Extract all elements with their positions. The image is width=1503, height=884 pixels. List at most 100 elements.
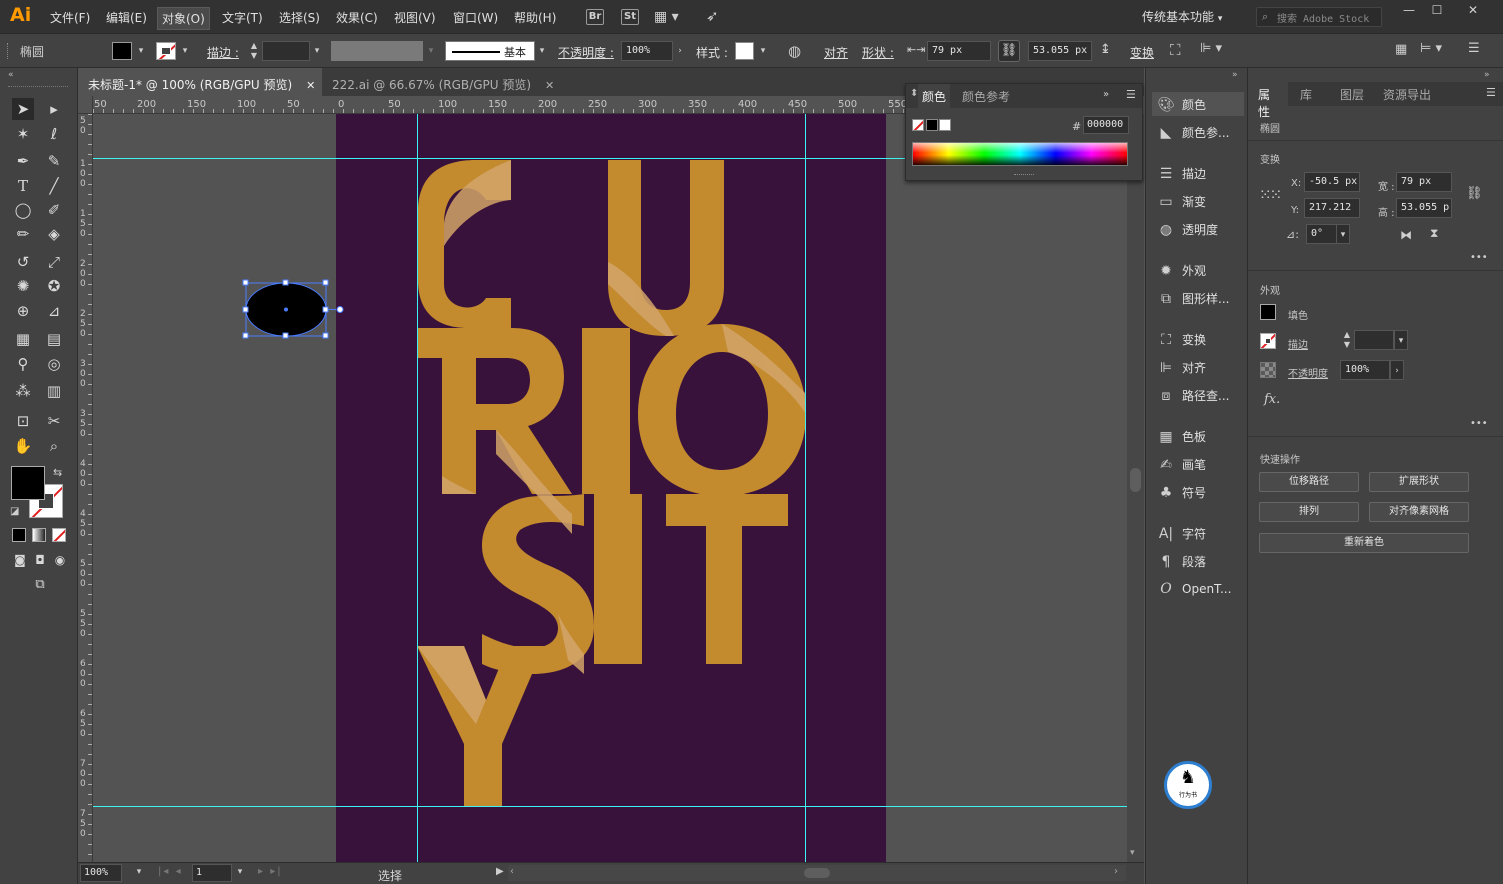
workspace-switcher[interactable]: 传统基本功能 ▾ [1142,8,1222,25]
stroke-weight-stepper[interactable]: ▲ ▼ [1340,330,1354,350]
direct-selection-tool-icon[interactable]: ▸ [43,98,65,120]
height-input[interactable]: 53.055 p [1396,198,1452,218]
scroll-thumb[interactable] [1130,468,1141,492]
x-position-field[interactable]: -50.5 px [1304,172,1360,192]
dock-item-character[interactable]: A| 字符 [1152,521,1244,545]
stroke-dropdown-icon[interactable]: ▾ [178,41,192,61]
opacity-label[interactable]: 不透明度 [1288,365,1328,380]
dock-item-gradient[interactable]: ▭ 渐变 [1152,189,1244,213]
dock-item-transparency[interactable]: ◍ 透明度 [1152,217,1244,241]
y-position-field[interactable]: 217.212 [1304,198,1360,218]
scroll-down-icon[interactable]: ▾ [1130,848,1135,858]
profile-dropdown-icon[interactable]: ▾ [424,41,438,61]
swap-colors-icon[interactable]: ⇆ [53,466,62,479]
guide-horizontal-bottom[interactable] [93,806,1127,807]
dock-item-swatches[interactable]: ▦ 色板 [1152,424,1244,448]
appearance-stroke-swatch[interactable] [1260,333,1276,349]
expand-shape-button[interactable]: 扩展形状 [1369,472,1469,492]
artboard[interactable] [336,114,886,862]
dock-item-color[interactable]: 🎨︎ 颜色 [1152,92,1244,116]
shaper-tool-icon[interactable]: ✏ [12,223,34,245]
menu-help[interactable]: 帮助(H) [514,9,556,26]
dock-item-color-guide[interactable]: ◣ 颜色参... [1152,120,1244,144]
black-swatch[interactable] [926,119,938,131]
fill-swatch[interactable] [112,42,132,60]
eyedropper-tool-icon[interactable]: ⚲ [12,353,34,375]
collapse-properties-icon[interactable]: » [1484,70,1490,80]
menu-select[interactable]: 选择(S) [279,9,320,26]
stock-button[interactable]: St [621,9,639,25]
angle-dropdown-icon[interactable]: ▾ [1336,224,1350,244]
brush-dropdown-icon[interactable]: ▾ [535,41,549,61]
draw-behind-icon[interactable]: ◘ [29,549,51,571]
stock-search-input[interactable]: 搜索 Adobe Stock [1256,7,1382,27]
none-swatch[interactable] [912,119,924,131]
scroll-left-icon[interactable]: ‹ [510,866,514,877]
panel-menu-icon[interactable]: ☰ [1468,41,1480,56]
flip-horizontal-icon[interactable]: ⧓ [1400,228,1412,242]
dock-item-align[interactable]: ⊫ 对齐 [1152,355,1244,379]
screen-mode-icon[interactable]: ⧉ [29,574,51,596]
recolor-artwork-icon[interactable]: ◍ [788,42,801,60]
distribute-icon[interactable]: ⊫ ▾ [1200,41,1222,56]
dock-item-symbols[interactable]: ♣ 符号 [1152,480,1244,504]
vertical-scrollbar[interactable]: ▾ [1127,114,1144,862]
guide-vertical-left[interactable] [417,114,418,862]
shape-label[interactable]: 形状 : [862,44,894,61]
gradient-mode-icon[interactable] [32,528,46,542]
tab-libraries[interactable]: 库 [1300,86,1312,103]
hex-input[interactable]: 000000 [1083,116,1129,134]
mesh-tool-icon[interactable]: ▦ [12,328,34,350]
close-tab-icon[interactable]: ✕ [306,79,315,92]
grip-handle[interactable] [7,43,10,59]
stroke-weight-field[interactable] [262,41,310,61]
gradient-tool-icon[interactable]: ▤ [43,328,65,350]
eraser-tool-icon[interactable]: ◈ [43,223,65,245]
tab-properties[interactable]: 属性 [1248,82,1288,119]
dock-item-stroke[interactable]: ☰ 描边 [1152,161,1244,185]
scale-tool-icon[interactable]: ⤢ [43,251,65,273]
recolor-button[interactable]: 重新着色 [1259,533,1469,553]
panel-resize-grip[interactable] [1014,174,1034,177]
tab-asset-export[interactable]: 资源导出 [1383,86,1431,103]
next-last-artboard-icon[interactable]: ▸ ▸| [258,866,283,877]
opacity-label[interactable]: 不透明度 : [558,44,614,61]
scroll-right-icon[interactable]: › [1114,866,1118,877]
stroke-label[interactable]: 描边 [1288,336,1308,351]
fill-dropdown-icon[interactable]: ▾ [134,41,148,61]
style-dropdown-icon[interactable]: ▾ [756,41,770,61]
guide-vertical-right[interactable] [805,114,806,862]
offset-path-button[interactable]: 位移路径 [1259,472,1359,492]
opacity-arrow-icon[interactable]: › [1390,360,1404,380]
close-button[interactable]: ✕ [1458,3,1488,21]
collapse-dock-icon[interactable]: » [1232,70,1238,80]
tab-222[interactable]: 222.ai @ 66.67% (RGB/GPU 预览) ✕ [322,68,554,96]
dock-item-transform[interactable]: ⛶ 变换 [1152,327,1244,351]
shape-builder-tool-icon[interactable]: ⊕ [12,300,34,322]
zoom-tool-icon[interactable]: ⌕ [43,435,65,457]
rocket-icon[interactable]: ➶ [706,7,719,25]
menu-object[interactable]: 对象(O) [157,7,210,30]
menu-effect[interactable]: 效果(C) [336,9,378,26]
width-input[interactable]: 79 px [1396,172,1452,192]
graph-tool-icon[interactable]: ▥ [43,380,65,402]
blend-tool-icon[interactable]: ◎ [43,353,65,375]
white-swatch[interactable] [939,119,951,131]
perspective-grid-tool-icon[interactable]: ⊿ [43,300,65,322]
opacity-input[interactable]: 100% [1340,360,1390,380]
menu-edit[interactable]: 编辑(E) [106,9,147,26]
artboard-number-field[interactable]: 1 [192,864,232,882]
hscroll-thumb[interactable] [804,868,830,878]
lasso-tool-icon[interactable]: ℓ [43,123,65,145]
more-transform-options[interactable]: ••• [1470,252,1488,263]
arrange-icon[interactable]: ▦ [1395,42,1407,57]
pen-tool-icon[interactable]: ✒ [12,150,34,172]
artboard-dropdown-icon[interactable]: ▾ [233,863,247,881]
stroke-none-swatch[interactable] [156,42,176,60]
none-mode-icon[interactable] [52,528,66,542]
transform-link[interactable]: 变换 [1130,44,1154,61]
ellipse-tool-icon[interactable]: ◯ [12,199,34,221]
default-colors-icon[interactable]: ◪ [10,506,19,517]
zoom-field[interactable]: 100% [80,864,122,882]
draw-inside-icon[interactable]: ◉ [49,549,71,571]
